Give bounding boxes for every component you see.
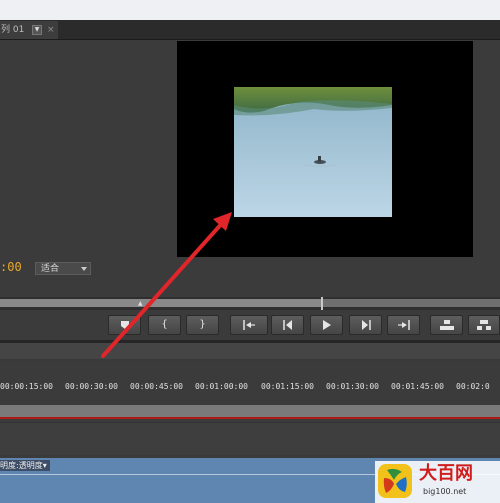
- watermark-logo-icon: [378, 464, 412, 498]
- site-watermark: 大百网 big100.net: [375, 461, 500, 503]
- watermark-name: 大百网: [419, 463, 473, 484]
- watermark-url: big100.net: [423, 487, 467, 496]
- annotation-arrow: [101, 212, 232, 358]
